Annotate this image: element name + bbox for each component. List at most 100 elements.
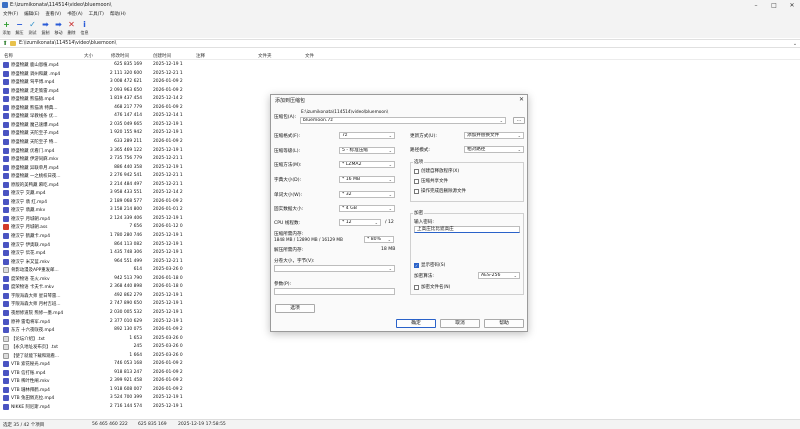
options-button[interactable]: 选项 [275, 304, 315, 313]
file-row[interactable]: VTB 信打账.mp4 918 813 247 2026-01-09 2 [0, 369, 800, 377]
menu-tools[interactable]: 工具(T) [89, 11, 104, 17]
file-name: 原盛物藏 一之桃校日夜... [11, 174, 61, 180]
method-label: 压缩方法(M): [274, 163, 302, 168]
file-name: 【使了就能下载和观看... [11, 353, 60, 359]
ok-button[interactable]: 确定 [396, 319, 436, 328]
file-row[interactable]: 【论坛介绍】.txt 1 653 2025-03-26 0 [0, 335, 800, 343]
enc-method-select[interactable]: AES-256 ⌄ [478, 272, 520, 279]
col-created[interactable]: 创建时间 [153, 53, 171, 59]
toolbar-button-copy[interactable]: ➡ 复制 [39, 18, 52, 38]
archive-name-input[interactable]: bluemoon.7z ⌄ [300, 117, 506, 124]
update-select[interactable]: 添加并替换文件 ⌄ [464, 132, 524, 139]
col-modified[interactable]: 修改时间 [111, 53, 129, 59]
split-select[interactable]: ⌄ [274, 265, 395, 272]
chevron-down-icon: ⌄ [388, 192, 392, 197]
file-modified: 2025-12-19 1 [153, 301, 183, 307]
col-comment[interactable]: 注释 [196, 53, 205, 59]
toolbar-button-delete[interactable]: ✕ 删除 [65, 18, 78, 38]
video-file-icon [3, 190, 9, 197]
cpu-select[interactable]: * 12 ⌄ [339, 219, 381, 226]
show-password-checkbox[interactable]: ✓ 显示密码(S) [414, 262, 445, 268]
dialog-close-icon[interactable]: ✕ [519, 96, 524, 103]
delete-source-checkbox[interactable]: 操作完成后删除源文件 [414, 188, 466, 194]
maximize-button[interactable]: □ [766, 0, 782, 10]
file-modified: 2025-12-14 2 [153, 96, 183, 102]
shared-checkbox[interactable]: 压缩共享文件 [414, 178, 448, 184]
toolbar-button-extract[interactable]: − 解压 [13, 18, 26, 38]
help-button[interactable]: 帮助 [484, 319, 524, 328]
chevron-down-icon: ⌄ [388, 133, 392, 138]
video-file-icon [3, 284, 9, 291]
encrypt-names-label: 加密文件名(N) [421, 285, 451, 290]
file-row[interactable]: VTB 兔田佩克拉.mp4 3 524 700 399 2025-12-19 1 [0, 394, 800, 402]
level-select[interactable]: 5 - 标准压缩 ⌄ [339, 147, 395, 154]
file-size: 2 124 339 406 [109, 215, 142, 221]
file-row[interactable]: 原盛物藏 调州和藏 .mp4 2 111 320 600 2025-12-21 1 [0, 70, 800, 78]
file-modified: 2025-03-26 0 [153, 267, 183, 273]
file-row[interactable]: 【使了就能下载和观看... 1 664 2025-03-26 0 [0, 352, 800, 360]
file-size: 2 276 942 541 [109, 173, 142, 179]
chevron-down-icon: ⌄ [499, 118, 503, 123]
video-file-icon [3, 395, 9, 402]
close-button[interactable]: ✕ [784, 0, 800, 10]
file-modified: 2025-12-19 1 [153, 233, 183, 238]
chevron-down-icon[interactable]: ⌄ [790, 41, 800, 47]
file-name: 原盛物藏 熊猫猿.mp4 [11, 97, 55, 103]
file-modified: 2026-01-09 2 [153, 361, 183, 367]
file-name: VTB 稀叶性阐.mkv [11, 379, 50, 385]
menu-view[interactable]: 查看(V) [45, 11, 61, 17]
file-row[interactable]: 原盛物藏 鹿山恩植.mp4 625 835 169 2025-12-19 1 [0, 61, 800, 69]
path-mode-select[interactable]: 相对路径 ⌄ [464, 146, 524, 153]
method-select[interactable]: * LZMA2 ⌄ [339, 161, 395, 168]
toolbar-button-test[interactable]: ✓ 测试 [26, 18, 39, 38]
chevron-down-icon: ⌄ [374, 220, 378, 225]
password-label: 输入密码: [414, 220, 434, 225]
menu-file[interactable]: 文件(F) [3, 11, 18, 17]
file-size: 864 113 082 [114, 241, 142, 247]
browse-button[interactable]: ... [513, 117, 525, 124]
col-folders[interactable]: 文件夹 [258, 53, 272, 59]
file-row[interactable]: 原盛物藏 驾平博.mp4 3 008 472 621 2026-01-09 2 [0, 78, 800, 86]
enc-method-value: AES-256 [481, 273, 501, 278]
file-modified: 2025-12-21 1 [153, 181, 183, 187]
file-modified: 2026-01-18 0 [153, 275, 183, 281]
address-input[interactable]: E:\izumikonata\114514\video\bluemoon\ [19, 41, 790, 46]
chevron-down-icon: ⌄ [388, 162, 392, 167]
file-row[interactable]: VTB 珊林拜鹤.mp4 1 918 608 007 2026-01-09 2 [0, 386, 800, 394]
dict-select[interactable]: * 16 MB ⌄ [339, 176, 395, 183]
toolbar-button-add[interactable]: + 添加 [0, 18, 13, 38]
password-input[interactable]: 上高庄比比遮高庄 [414, 226, 520, 233]
video-file-icon [3, 207, 9, 214]
chevron-down-icon: ⌄ [388, 206, 392, 211]
file-row[interactable]: NIKKE 阿尼斯.mp4 2 716 144 574 2025-12-19 1 [0, 403, 800, 411]
menu-help[interactable]: 帮助(H) [110, 11, 126, 17]
chevron-down-icon: ⌄ [387, 237, 391, 242]
mem-percent-select[interactable]: * 80% ⌄ [364, 236, 394, 243]
path-mode-value: 相对路径 [467, 147, 486, 152]
file-row[interactable]: VTB 索花秘光.mp4 746 053 168 2026-01-09 2 [0, 360, 800, 368]
format-select[interactable]: 7z ⌄ [339, 132, 395, 139]
toolbar-button-move[interactable]: ➡ 移动 [52, 18, 65, 38]
toolbar-button-info[interactable]: i 信息 [78, 18, 91, 38]
video-file-icon [3, 258, 9, 265]
params-input[interactable] [274, 288, 395, 295]
file-row[interactable]: VTB 稀叶性阐.mkv 2 399 921 458 2026-01-09 2 [0, 377, 800, 385]
word-select[interactable]: * 32 ⌄ [339, 191, 395, 198]
menu-bookmarks[interactable]: 书签(A) [67, 11, 83, 17]
file-name: 德汉宁 翡 红.mp4 [11, 199, 47, 205]
solid-select[interactable]: * 4 GB ⌄ [339, 205, 395, 212]
status-selection: 选定 35 / 42 个项目 [3, 423, 45, 428]
col-files[interactable]: 文件 [305, 53, 314, 59]
minimize-button[interactable]: – [748, 0, 764, 10]
sfx-checkbox[interactable]: 创建自释放程序(X) [414, 168, 459, 174]
file-modified: 2025-12-19 1 [153, 241, 183, 247]
cancel-button[interactable]: 取消 [440, 319, 480, 328]
file-row[interactable]: 【永久地址发布页】.txt 245 2025-03-26 0 [0, 343, 800, 351]
encrypt-names-checkbox[interactable]: 加密文件名(N) [414, 284, 450, 290]
up-folder-icon[interactable]: ⬆ [0, 40, 10, 47]
file-name: 德汉宁 月城朝.mp4 [11, 216, 50, 222]
col-name[interactable]: 名称 [4, 53, 13, 59]
video-file-icon [3, 130, 9, 137]
col-size[interactable]: 大小 [84, 53, 93, 59]
menu-edit[interactable]: 编辑(E) [24, 11, 39, 17]
